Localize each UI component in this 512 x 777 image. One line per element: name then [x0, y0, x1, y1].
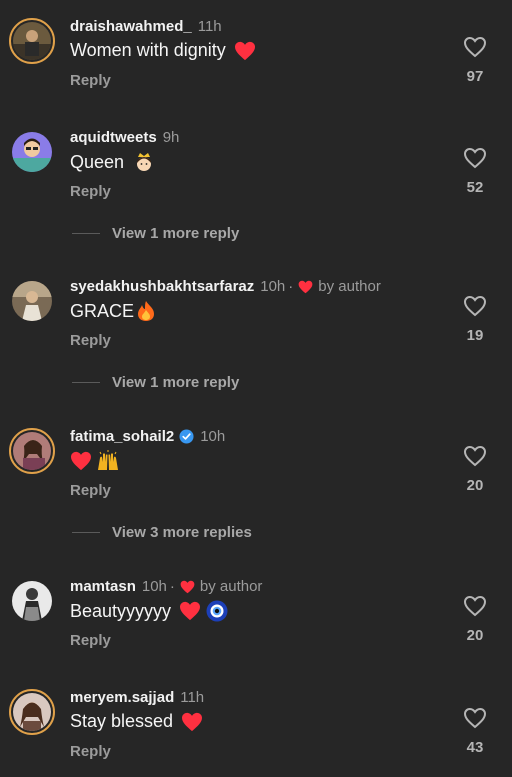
avatar[interactable] [9, 278, 55, 324]
avatar[interactable] [9, 428, 55, 474]
comment-text: GRACE [70, 300, 135, 321]
timestamp: 9h [162, 129, 180, 146]
avatar[interactable] [9, 129, 55, 175]
username[interactable]: aquidtweets [70, 129, 157, 146]
view-more-replies[interactable]: View 1 more reply [72, 374, 372, 391]
reply-button[interactable]: Reply [70, 632, 111, 649]
separator-dot: · [169, 578, 175, 595]
reply-button[interactable]: Reply [70, 743, 111, 760]
avatar[interactable] [9, 578, 55, 624]
heart-icon [298, 280, 313, 293]
heart-emoji [179, 601, 201, 621]
divider [72, 532, 100, 533]
timestamp: 10h [200, 428, 226, 445]
comment-text: Women with dignity [70, 40, 226, 60]
username[interactable]: meryem.sajjad [70, 689, 174, 706]
liked-by-author: by author [180, 578, 263, 595]
view-more-label: View 1 more reply [112, 374, 240, 391]
by-author-label: by author [318, 278, 381, 295]
comment-text: Queen [70, 151, 125, 172]
divider [72, 382, 100, 383]
raised-hands-emoji [96, 450, 120, 472]
like-heart-icon[interactable] [463, 707, 489, 731]
like-count: 19 [466, 327, 484, 344]
comment-text: Beautyyyyyy [70, 600, 172, 621]
reply-button[interactable]: Reply [70, 482, 111, 499]
divider [72, 233, 100, 234]
like-heart-icon[interactable] [463, 295, 489, 319]
heart-emoji [181, 712, 203, 732]
verified-badge-icon [179, 429, 194, 444]
like-heart-icon[interactable] [463, 595, 489, 619]
view-more-label: View 1 more reply [112, 225, 240, 242]
like-count: 20 [466, 477, 484, 494]
princess-emoji [134, 151, 154, 173]
by-author-label: by author [199, 578, 263, 595]
reply-button[interactable]: Reply [70, 183, 111, 200]
username[interactable]: mamtasn [70, 578, 136, 595]
view-more-replies[interactable]: View 3 more replies [72, 524, 372, 541]
like-count: 52 [466, 179, 484, 196]
reply-button[interactable]: Reply [70, 332, 111, 349]
like-heart-icon[interactable] [463, 445, 489, 469]
heart-emoji [70, 451, 92, 471]
like-heart-icon[interactable] [463, 147, 489, 171]
comment-text: Stay blessed [70, 711, 174, 731]
username[interactable]: draishawahmed_ [70, 18, 192, 35]
avatar[interactable] [9, 689, 55, 735]
separator-dot: · [288, 278, 294, 295]
like-count: 20 [466, 627, 484, 644]
heart-emoji [234, 41, 256, 61]
timestamp: 10h [141, 578, 167, 595]
username[interactable]: syedakhushbakhtsarfaraz [70, 278, 254, 295]
fire-emoji [136, 300, 156, 322]
view-more-label: View 3 more replies [112, 524, 252, 541]
username[interactable]: fatima_sohail2 [70, 428, 174, 445]
reply-button[interactable]: Reply [70, 72, 111, 89]
avatar[interactable] [9, 18, 55, 64]
like-heart-icon[interactable] [463, 36, 489, 60]
like-count: 43 [466, 739, 484, 756]
heart-icon [180, 580, 195, 593]
timestamp: 11h [197, 18, 222, 35]
view-more-replies[interactable]: View 1 more reply [72, 225, 372, 242]
nazar-amulet-emoji [206, 600, 228, 622]
timestamp: 10h [260, 278, 286, 295]
timestamp: 11h [180, 689, 205, 706]
liked-by-author: by author [298, 278, 381, 295]
like-count: 97 [466, 68, 484, 85]
